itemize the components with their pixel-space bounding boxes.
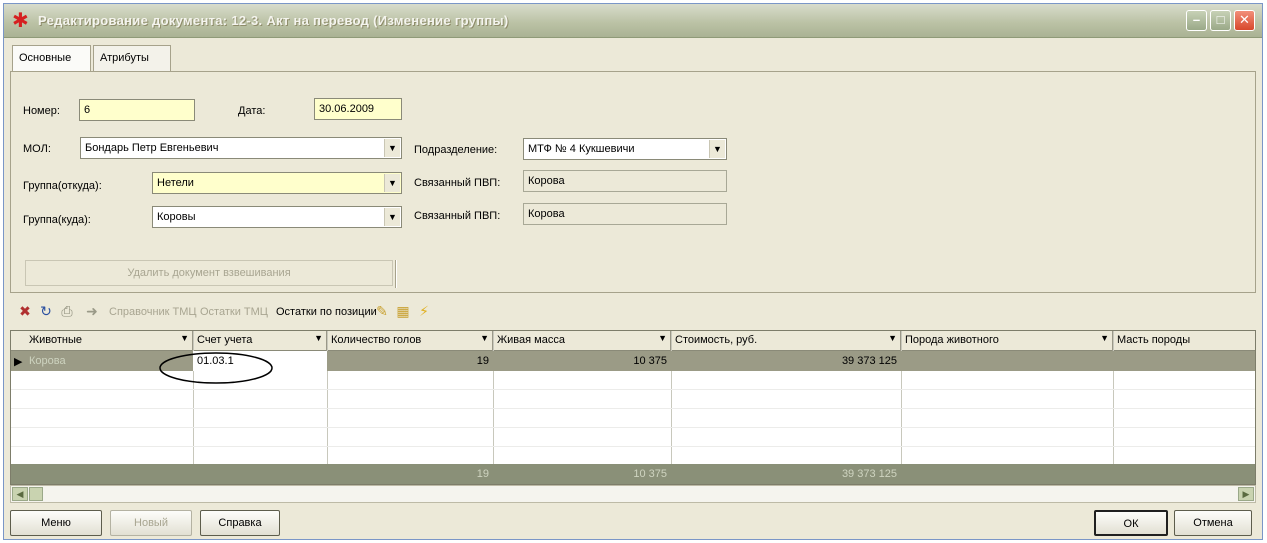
window-title: Редактирование документа: 12-3. Акт на п… — [38, 13, 509, 28]
column-header-label: Масть породы — [1117, 334, 1191, 346]
mol-label: МОЛ: — [23, 143, 51, 155]
total-cost: 39 373 125 — [841, 468, 897, 480]
tab-main[interactable]: Основные — [12, 45, 91, 72]
group-to-combo[interactable]: Коровы ▼ — [152, 206, 402, 228]
refresh-icon[interactable]: ↻ — [37, 303, 55, 319]
minimize-icon[interactable]: – — [1186, 10, 1207, 31]
date-field[interactable]: 30.06.2009 — [314, 98, 402, 120]
lightning-icon[interactable]: ⚡ — [415, 303, 433, 319]
print-icon[interactable]: ⎙ — [58, 303, 76, 319]
linked-pvp-label-2: Связанный ПВП: — [414, 210, 501, 222]
mol-combo[interactable]: Бондарь Петр Евгеньевич ▼ — [80, 137, 402, 159]
close-icon[interactable]: ✕ — [1234, 10, 1255, 31]
delete-row-icon[interactable]: ✖ — [16, 303, 34, 319]
row-divider — [11, 389, 1255, 390]
grid-header: Животные ▼ Счет учета ▼ Количество голов ▼ … — [11, 331, 1255, 351]
date-label: Дата: — [238, 105, 266, 117]
column-header-breed[interactable]: Порода животного ▼ — [901, 331, 1113, 351]
chevron-down-icon[interactable]: ▼ — [480, 333, 489, 343]
title-bar[interactable]: ✱ Редактирование документа: 12-3. Акт на… — [4, 4, 1262, 38]
chevron-down-icon[interactable]: ▼ — [384, 139, 400, 157]
position-balances-link[interactable]: Остатки по позиции — [276, 306, 377, 318]
grid-toolbar: ✖ ↻ ⎙ ➜ Справочник ТМЦ Остатки ТМЦ Остат… — [10, 296, 1256, 326]
new-button[interactable]: Новый — [110, 510, 192, 536]
goods-directory-link[interactable]: Справочник ТМЦ — [109, 306, 197, 318]
cell-breed[interactable] — [901, 351, 1113, 371]
column-header-label: Животные — [29, 334, 83, 346]
row-divider — [11, 427, 1255, 428]
mol-value: Бондарь Петр Евгеньевич — [85, 142, 219, 154]
app-logo-icon: ✱ — [12, 10, 29, 32]
edit-icon[interactable]: ✎ — [373, 303, 391, 319]
table-icon[interactable]: ▦ — [394, 303, 412, 319]
chevron-down-icon[interactable]: ▼ — [314, 333, 323, 343]
document-edit-window: ✱ Редактирование документа: 12-3. Акт на… — [3, 3, 1263, 540]
totals-row: 19 10 375 39 373 125 — [11, 464, 1255, 484]
main-panel: Номер: 6 Дата: 30.06.2009 МОЛ: Бондарь П… — [10, 71, 1256, 293]
column-header-label: Стоимость, руб. — [675, 334, 758, 346]
chevron-down-icon[interactable]: ▼ — [384, 208, 400, 226]
goods-balances-link[interactable]: Остатки ТМЦ — [200, 306, 268, 318]
cell-head-count[interactable]: 19 — [327, 351, 493, 371]
column-header-label: Порода животного — [905, 334, 999, 346]
cell-color[interactable] — [1113, 351, 1255, 371]
scroll-left-icon[interactable]: ◀ — [12, 487, 28, 501]
column-header-head-count[interactable]: Количество голов ▼ — [327, 331, 493, 351]
number-label: Номер: — [23, 105, 60, 117]
menu-button[interactable]: Меню — [10, 510, 102, 536]
chevron-down-icon[interactable]: ▼ — [658, 333, 667, 343]
column-header-color[interactable]: Масть породы — [1113, 331, 1255, 351]
cell-cost[interactable]: 39 373 125 — [671, 351, 901, 371]
chevron-down-icon[interactable]: ▼ — [888, 333, 897, 343]
divider — [395, 260, 397, 288]
column-header-live-weight[interactable]: Живая масса ▼ — [493, 331, 671, 351]
linked-pvp-label-1: Связанный ПВП: — [414, 177, 501, 189]
chevron-down-icon[interactable]: ▼ — [1100, 333, 1109, 343]
column-header-account[interactable]: Счет учета ▼ — [193, 331, 327, 351]
column-header-label: Количество голов — [331, 334, 422, 346]
ok-button[interactable]: ОК — [1094, 510, 1168, 536]
chevron-down-icon[interactable]: ▼ — [180, 333, 189, 343]
row-divider — [11, 446, 1255, 447]
division-combo[interactable]: МТФ № 4 Кукшевичи ▼ — [523, 138, 727, 160]
total-head-count: 19 — [476, 468, 489, 480]
cancel-button[interactable]: Отмена — [1174, 510, 1252, 536]
division-label: Подразделение: — [414, 144, 498, 156]
delete-weighing-button[interactable]: Удалить документ взвешивания — [25, 260, 393, 286]
chevron-down-icon[interactable]: ▼ — [709, 140, 725, 158]
tab-attributes[interactable]: Атрибуты — [93, 45, 171, 71]
help-button[interactable]: Справка — [200, 510, 280, 536]
column-header-cost[interactable]: Стоимость, руб. ▼ — [671, 331, 901, 351]
highlight-ellipse — [159, 352, 273, 384]
column-header-label: Счет учета — [197, 334, 253, 346]
group-from-combo[interactable]: Нетели ▼ — [152, 172, 402, 194]
group-from-label: Группа(откуда): — [23, 180, 102, 192]
group-to-value: Коровы — [157, 211, 196, 223]
scroll-right-icon[interactable]: ▶ — [1238, 487, 1254, 501]
linked-pvp-field-1: Корова — [523, 170, 727, 192]
number-field[interactable]: 6 — [79, 99, 195, 121]
export-icon[interactable]: ➜ — [83, 303, 101, 319]
linked-pvp-field-2: Корова — [523, 203, 727, 225]
group-from-value: Нетели — [157, 177, 194, 189]
restore-icon[interactable]: □ — [1210, 10, 1231, 31]
row-divider — [11, 408, 1255, 409]
group-to-label: Группа(куда): — [23, 214, 91, 226]
horizontal-scrollbar[interactable]: ◀ ▶ — [10, 485, 1256, 503]
column-header-label: Живая масса — [497, 334, 565, 346]
cell-live-weight[interactable]: 10 375 — [493, 351, 671, 371]
column-header-animals[interactable]: Животные ▼ — [11, 331, 193, 351]
total-live-weight: 10 375 — [633, 468, 667, 480]
chevron-down-icon[interactable]: ▼ — [384, 174, 400, 192]
scroll-thumb[interactable] — [29, 487, 43, 501]
division-value: МТФ № 4 Кукшевичи — [528, 143, 635, 155]
